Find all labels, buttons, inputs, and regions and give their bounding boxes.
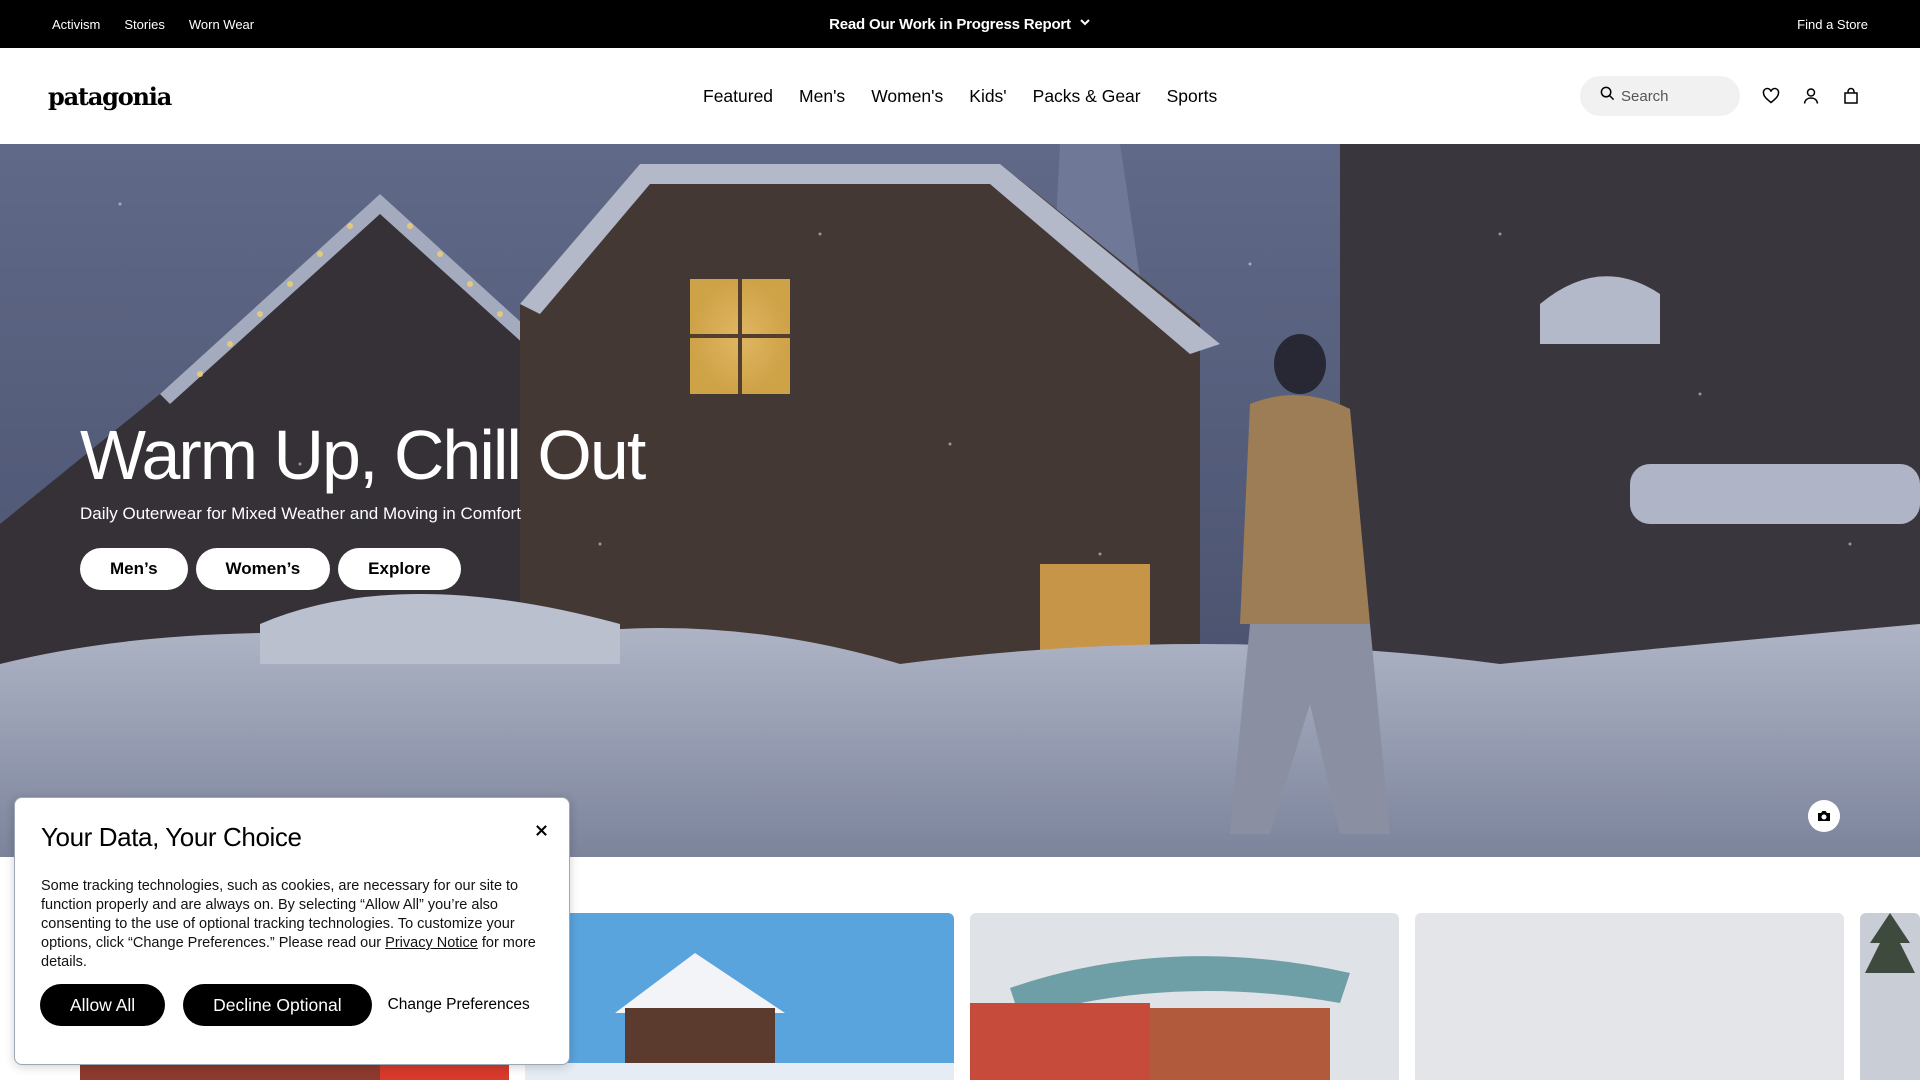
nav-packs-gear[interactable]: Packs & Gear <box>1033 86 1141 107</box>
hero-explore-button[interactable]: Explore <box>338 548 461 590</box>
announcement-link[interactable]: Read Our Work in Progress Report <box>829 16 1071 33</box>
find-store-link[interactable]: Find a Store <box>1797 17 1868 32</box>
utility-links: Activism Stories Worn Wear <box>52 0 254 48</box>
privacy-notice-link[interactable]: Privacy Notice <box>385 935 478 951</box>
nav-womens[interactable]: Women's <box>871 86 943 107</box>
search-input[interactable] <box>1621 87 1731 105</box>
main-header: patagonia Featured Men's Women's Kids' P… <box>0 48 1920 144</box>
tile-image[interactable] <box>1415 913 1844 1080</box>
cookie-body: Some tracking technologies, such as cook… <box>41 877 543 972</box>
tile-image[interactable] <box>970 913 1399 1080</box>
hero-mens-button[interactable]: Men’s <box>80 548 188 590</box>
cookie-consent-dialog: Your Data, Your Choice Some tracking tec… <box>14 797 570 1065</box>
announcement: Read Our Work in Progress Report <box>0 0 1920 48</box>
nav-sports[interactable]: Sports <box>1167 86 1218 107</box>
decline-optional-button[interactable]: Decline Optional <box>183 984 372 1026</box>
cookie-title: Your Data, Your Choice <box>41 822 302 852</box>
search-box[interactable] <box>1580 76 1740 116</box>
hero-title: Warm Up, Chill Out <box>80 416 646 494</box>
utility-link-stories[interactable]: Stories <box>124 17 164 32</box>
allow-all-button[interactable]: Allow All <box>40 984 166 1026</box>
header-tools <box>1580 76 1860 116</box>
close-icon[interactable] <box>531 820 551 840</box>
bag-icon[interactable] <box>1842 87 1860 105</box>
heart-icon[interactable] <box>1762 87 1780 105</box>
chevron-down-icon[interactable] <box>1079 15 1091 33</box>
user-icon[interactable] <box>1802 87 1820 105</box>
nav-mens[interactable]: Men's <box>799 86 845 107</box>
hero-subtitle: Daily Outerwear for Mixed Weather and Mo… <box>80 504 521 523</box>
nav-kids[interactable]: Kids' <box>969 86 1006 107</box>
utility-link-activism[interactable]: Activism <box>52 17 100 32</box>
tile-image[interactable] <box>1860 913 1920 1080</box>
tile-image[interactable] <box>525 913 954 1080</box>
hero-womens-button[interactable]: Women’s <box>195 548 331 590</box>
hero-content: Warm Up, Chill Out Daily Outerwear for M… <box>80 416 646 590</box>
camera-icon[interactable] <box>1808 800 1840 832</box>
search-icon <box>1600 86 1615 106</box>
hero-banner: Warm Up, Chill Out Daily Outerwear for M… <box>0 144 1920 857</box>
main-nav: Featured Men's Women's Kids' Packs & Gea… <box>703 48 1217 144</box>
utility-bar: Activism Stories Worn Wear Read Our Work… <box>0 0 1920 48</box>
hero-buttons: Men’s Women’s Explore <box>80 548 644 590</box>
utility-link-worn-wear[interactable]: Worn Wear <box>189 17 254 32</box>
nav-featured[interactable]: Featured <box>703 86 773 107</box>
cookie-buttons: Allow All Decline Optional Change Prefer… <box>40 984 530 1026</box>
change-preferences-button[interactable]: Change Preferences <box>388 996 530 1014</box>
patagonia-logo[interactable]: patagonia <box>48 82 172 111</box>
